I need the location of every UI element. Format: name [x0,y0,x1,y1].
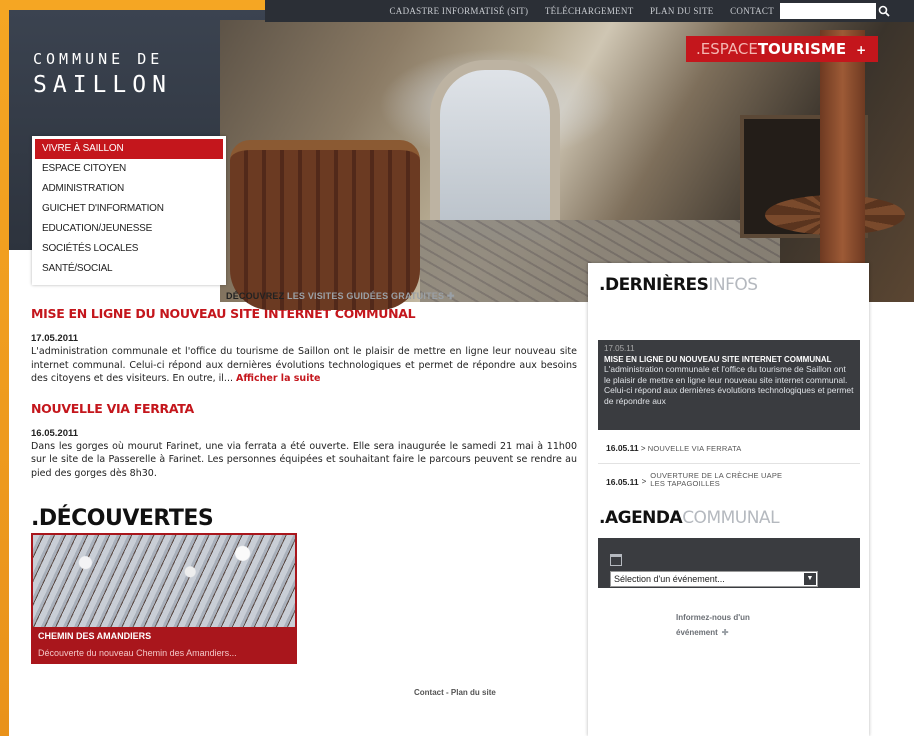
tourisme-prefix: .ESPACE [696,40,758,58]
footer-contact-link[interactable]: Contact [414,688,444,697]
agenda-title-bold: .AGENDA [599,508,683,528]
news-date: 16.05.2011 [31,427,79,439]
main-nav: VIVRE À SAILLON ESPACE CITOYEN ADMINISTR… [32,136,226,285]
nav-item-vivre-a-saillon[interactable]: VIVRE À SAILLON [35,139,223,159]
news-item-title: NOUVELLE VIA FERRATA [647,444,742,453]
footer-separator: - [446,688,449,697]
tourisme-label: TOURISME [757,40,847,58]
footer-links: Contact - Plan du site [414,688,496,697]
news-list-item[interactable]: 16.05.11 > NOUVELLE VIA FERRATA [606,443,846,453]
infos-title-light: INFOS [708,275,758,295]
logo-line-commune: COMMUNE DE [33,50,164,68]
orange-frame-left [0,0,9,736]
nav-item-guichet[interactable]: GUICHET D'INFORMATION [32,199,226,219]
news-body: Dans les gorges où mourut Farinet, une v… [31,440,577,479]
top-link-contact[interactable]: CONTACT [730,6,774,16]
plus-icon: + [856,43,867,57]
agenda-title-light: COMMUNAL [682,508,780,528]
event-select[interactable]: Sélection d'un événement... ▼ [610,571,818,587]
read-more-link[interactable]: Afficher la suite [236,373,320,384]
top-link-cadastre[interactable]: CADASTRE INFORMATISÉ (SIT) [389,6,528,16]
event-select-value: Sélection d'un événement... [614,574,725,584]
news-body: L'administration communale et l'office d… [31,345,577,386]
infos-title-bold: .DERNIÈRES [599,275,709,295]
inform-event-link[interactable]: Informez-nous d'un événement ✚ [676,610,796,640]
footer-plan-link[interactable]: Plan du site [451,688,496,697]
guided-tours-bold: DÉCOUVREZ [226,291,285,301]
news-date: 17.05.2011 [31,333,79,344]
nav-item-espace-citoyen[interactable]: ESPACE CITOYEN [32,159,226,179]
news-item-date: 16.05.11 [606,477,639,487]
nav-item-societes[interactable]: SOCIÉTÉS LOCALES [32,239,226,259]
site-logo[interactable]: COMMUNE DE SAILLON [33,50,172,98]
nav-item-administration[interactable]: ADMINISTRATION [32,179,226,199]
search-input[interactable] [780,3,876,19]
decouvertes-title: .DÉCOUVERTES [31,506,214,531]
news-item-separator: > [640,444,646,453]
top-link-telechargement[interactable]: TÉLÉCHARGEMENT [545,6,634,16]
agenda-communal-title: .AGENDACOMMUNAL [599,508,780,528]
top-link-plan[interactable]: PLAN DU SITE [650,6,714,16]
featured-news[interactable]: 17.05.11 MISE EN LIGNE DU NOUVEAU SITE I… [598,340,860,430]
news-item-title: OUVERTURE DE LA CRÈCHE UAPE LES TAPAGOIL… [650,471,783,488]
hero-wine-press [230,140,420,310]
orange-frame-top [0,0,265,10]
inform-event-text: Informez-nous d'un événement [676,613,750,637]
almond-blossom-image [33,535,295,627]
logo-line-saillon: SAILLON [33,72,172,98]
news-list-item[interactable]: 16.05.11 > OUVERTURE DE LA CRÈCHE UAPE L… [606,472,846,488]
chevron-down-icon: ▼ [804,573,816,585]
plus-icon: ✚ [446,291,455,301]
divider [598,463,860,464]
news-title[interactable]: NOUVELLE VIA FERRATA [31,401,577,416]
news-list: MISE EN LIGNE DU NOUVEAU SITE INTERNET C… [31,306,577,480]
guided-tours-text: LES VISITES GUIDÉES GRATUITES [287,291,445,301]
featured-news-title: MISE EN LIGNE DU NOUVEAU SITE INTERNET C… [604,355,832,364]
discovery-title: CHEMIN DES AMANDIERS [38,631,152,641]
nav-item-sante[interactable]: SANTÉ/SOCIAL [32,259,226,279]
sidebar: .DERNIÈRESINFOS 17.05.11 MISE EN LIGNE D… [588,263,869,736]
top-links: CADASTRE INFORMATISÉ (SIT) TÉLÉCHARGEMEN… [375,6,774,16]
plus-icon: ✚ [721,628,729,637]
news-item: NOUVELLE VIA FERRATA 16.05.2011 Dans les… [31,401,577,481]
agenda-box: Sélection d'un événement... ▼ [598,538,860,588]
top-bar: CADASTRE INFORMATISÉ (SIT) TÉLÉCHARGEMEN… [265,0,914,22]
calendar-icon [610,554,622,566]
hero-image [220,20,914,310]
news-item-date: 16.05.11 [606,443,639,453]
espace-tourisme-button[interactable]: .ESPACETOURISME + [686,36,878,62]
featured-news-date: 17.05.11 [604,344,635,353]
featured-news-body: L'administration communale et l'office d… [604,364,854,406]
dernieres-infos-title: .DERNIÈRESINFOS [599,275,758,295]
discovery-description: Découverte du nouveau Chemin des Amandie… [38,648,237,658]
news-item: MISE EN LIGNE DU NOUVEAU SITE INTERNET C… [31,306,577,386]
guided-tours-link[interactable]: DÉCOUVREZ LES VISITES GUIDÉES GRATUITES … [226,291,455,302]
news-item-separator: > [641,477,647,486]
search-icon[interactable] [876,3,892,19]
discovery-card[interactable]: CHEMIN DES AMANDIERS Découverte du nouve… [31,533,297,664]
hero-wooden-post [820,30,865,302]
nav-item-education[interactable]: EDUCATION/JEUNESSE [32,219,226,239]
